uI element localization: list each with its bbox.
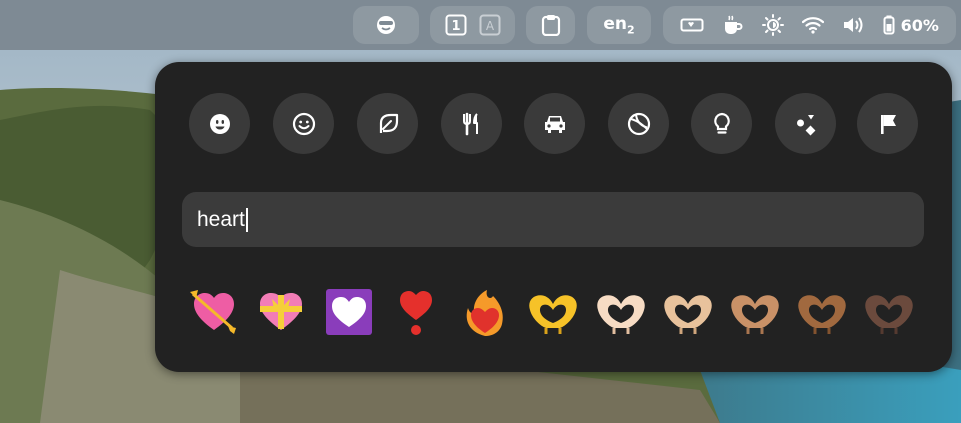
- category-activities-button[interactable]: [608, 93, 669, 154]
- search-text: heart: [197, 207, 245, 231]
- symbols-icon: [796, 114, 815, 135]
- nature-icon: [379, 113, 398, 133]
- emoji-heart-on-fire[interactable]: [457, 284, 513, 340]
- activities-icon: [627, 112, 650, 135]
- emoji-picker-button[interactable]: [353, 6, 419, 44]
- emoji-heart-hands[interactable]: [525, 284, 581, 340]
- system-status-area[interactable]: 60%: [663, 6, 956, 44]
- category-smileys-button[interactable]: [189, 93, 250, 154]
- category-food-button[interactable]: [441, 93, 502, 154]
- coffee-cup-icon: [725, 15, 743, 34]
- top-bar: 1 A en2 60%: [0, 0, 961, 50]
- text-caret: [245, 207, 248, 232]
- emoji-heart-hands-dark[interactable]: [861, 284, 917, 340]
- objects-icon: [713, 112, 730, 134]
- category-objects-button[interactable]: [691, 93, 752, 154]
- clipboard-icon: [541, 15, 560, 36]
- emoji-heart-hands-light[interactable]: [593, 284, 649, 340]
- workspace-switcher[interactable]: 1 A: [430, 6, 515, 44]
- emoji-heart-with-arrow[interactable]: [186, 284, 242, 340]
- heart-battery-icon: [680, 18, 704, 32]
- keyboard-layout-label: en2: [603, 13, 635, 37]
- brightness-icon: [762, 14, 785, 36]
- emoji-heart-hands-medium[interactable]: [727, 284, 783, 340]
- flags-icon: [880, 114, 896, 134]
- clipboard-button[interactable]: [526, 6, 575, 44]
- volume-icon: [844, 17, 863, 33]
- workspace-a-label: A: [485, 19, 494, 33]
- emoji-heart-hands-medium-dark[interactable]: [794, 284, 850, 340]
- smileys-icon: [209, 113, 230, 134]
- workspace-1-label: 1: [451, 19, 460, 34]
- emoji-heart-with-ribbon[interactable]: [253, 284, 309, 340]
- emoji-white-heart[interactable]: [321, 284, 377, 340]
- category-people-button[interactable]: [273, 93, 334, 154]
- food-icon: [462, 112, 478, 135]
- category-nature-button[interactable]: [357, 93, 418, 154]
- keyboard-layout-button[interactable]: en2: [587, 6, 651, 44]
- emoji-heart-hands-medium-light[interactable]: [660, 284, 716, 340]
- emoji-heart-exclamation[interactable]: [388, 284, 444, 340]
- emoji-search-input[interactable]: heart: [182, 192, 924, 247]
- travel-icon: [544, 115, 565, 133]
- category-travel-button[interactable]: [524, 93, 585, 154]
- emoji-picker-popover: heart: [155, 62, 952, 372]
- battery-percentage: 60%: [900, 15, 939, 35]
- people-icon: [292, 112, 315, 135]
- workspace-a-icon[interactable]: A: [479, 14, 501, 36]
- battery-icon: [883, 15, 895, 35]
- smiling-face-sunglasses-icon: [377, 16, 395, 34]
- wifi-icon: [802, 17, 825, 34]
- category-symbols-button[interactable]: [775, 93, 836, 154]
- workspace-1-icon[interactable]: 1: [445, 14, 467, 36]
- category-flags-button[interactable]: [857, 93, 918, 154]
